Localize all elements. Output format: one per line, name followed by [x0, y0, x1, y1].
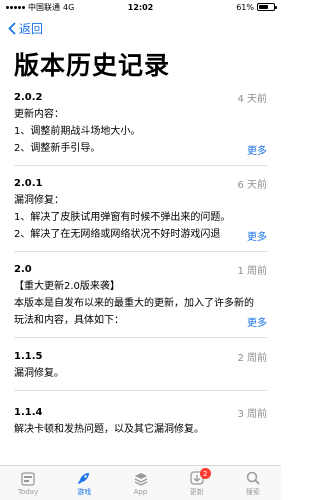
version-date: 4 天前	[237, 93, 267, 105]
games-rocket-icon	[75, 469, 93, 487]
release-note-line: 解决卡顿和发热问题，以及其它漏洞修复。	[14, 424, 204, 435]
more-button[interactable]: 更多	[243, 228, 267, 243]
release-note-line: 本版本是自发布以来的最重大的更新，加入了许多新的	[14, 298, 254, 309]
version-number: 2.0.1	[14, 177, 43, 189]
status-bar: 中国联通 4G 12:02 61%	[0, 0, 281, 14]
release-note-line: 1、解决了皮肤试用弹窗有时候不弹出来的问题。	[14, 212, 231, 223]
release-note-line: 漏洞修复。	[14, 368, 64, 379]
release-note-line: 【重大更新2.0版来袭】	[14, 281, 120, 292]
tab-games-rocket[interactable]: 游戏	[56, 466, 112, 500]
tab-updates-download[interactable]: 更新 2	[169, 466, 225, 500]
release-note-line: 漏洞修复：	[14, 195, 64, 206]
release-note-line: 1、调整前期战斗场地大小。	[14, 126, 141, 137]
version-number: 2.0.2	[14, 91, 43, 103]
release-note-line: 更新内容：	[14, 109, 64, 120]
today-icon	[19, 470, 37, 488]
back-button[interactable]: 返回	[0, 14, 281, 42]
version-entry: 2.0 1 周前【重大更新2.0版来袭】本版本是自发布以来的最重大的更新，加入了许…	[0, 260, 281, 338]
version-date: 1 周前	[237, 265, 267, 277]
version-number: 2.0	[14, 263, 32, 275]
version-date: 6 天前	[237, 179, 267, 191]
version-number: 1.1.5	[14, 350, 43, 362]
version-date: 3 周前	[237, 408, 267, 420]
release-note-line: 2、解决了在无网络或网络状况不好时游戏闪退	[14, 229, 221, 240]
tab-label: Today	[17, 488, 39, 496]
update-count-badge: 2	[199, 468, 211, 479]
more-button[interactable]: 更多	[243, 314, 267, 329]
tab-label: App	[133, 488, 148, 496]
version-entry: 2.0.2 4 天前更新内容： 1、调整前期战斗场地大小。 2、调整新手引导。 更多	[0, 88, 281, 166]
battery-icon	[257, 3, 277, 11]
apps-stack-icon	[132, 470, 150, 488]
tab-today[interactable]: Today	[0, 466, 56, 500]
page-title: 版本历史记录	[14, 51, 171, 80]
tab-label: 更新	[189, 488, 204, 496]
back-label: 返回	[19, 21, 44, 36]
tab-bar: Today 游戏 App 更新 2 搜索	[0, 465, 281, 500]
version-entry: 1.1.4 3 周前解决卡顿和发热问题，以及其它漏洞修复。	[0, 403, 281, 438]
clock: 12:02	[127, 2, 154, 12]
release-note-line: 玩法和内容，具体如下：	[14, 315, 124, 326]
divider	[14, 390, 267, 391]
divider	[14, 165, 267, 166]
search-icon	[244, 469, 262, 487]
version-entry: 1.1.5 2 周前漏洞修复。	[0, 347, 281, 391]
divider	[14, 251, 267, 252]
divider	[14, 337, 267, 338]
tab-label: 游戏	[77, 488, 92, 496]
tab-search[interactable]: 搜索	[225, 466, 281, 500]
more-button[interactable]: 更多	[243, 142, 267, 157]
tab-apps-stack[interactable]: App	[112, 466, 168, 500]
chevron-left-icon	[8, 21, 16, 35]
version-number: 1.1.4	[14, 406, 43, 418]
version-date: 2 周前	[237, 352, 267, 364]
version-entry: 2.0.1 6 天前漏洞修复： 1、解决了皮肤试用弹窗有时候不弹出来的问题。 2、解决…	[0, 174, 281, 252]
release-note-line: 2、调整新手引导。	[14, 143, 101, 154]
tab-label: 搜索	[245, 488, 260, 496]
